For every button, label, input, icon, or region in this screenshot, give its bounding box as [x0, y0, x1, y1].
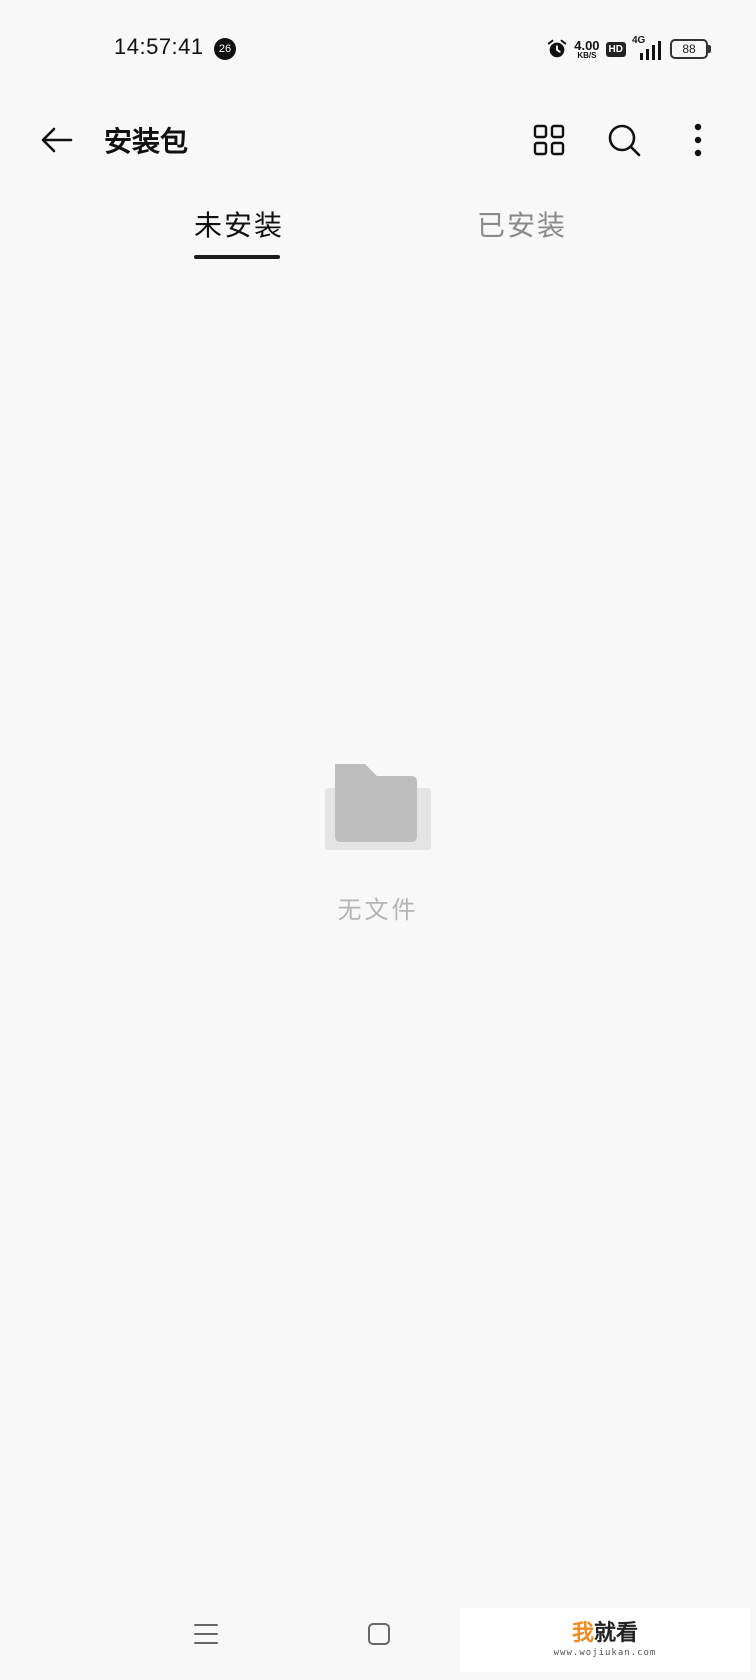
tab-installed[interactable]: 已安装: [477, 204, 567, 244]
grid-view-button[interactable]: [527, 118, 571, 162]
empty-message: 无文件: [337, 896, 419, 924]
search-icon: [608, 124, 641, 157]
tab-indicator: [194, 255, 280, 259]
page-title: 安装包: [104, 125, 189, 158]
back-arrow-icon: [41, 127, 73, 153]
grid-view-icon: [533, 124, 565, 156]
search-button[interactable]: [602, 118, 646, 162]
tab-bar: 未安装 已安装: [0, 196, 756, 260]
watermark-logo-text: 就看: [594, 1620, 639, 1646]
more-options-button[interactable]: [676, 118, 720, 162]
battery-level: 88: [682, 42, 696, 56]
watermark-url: www.wojiukan.com: [553, 1647, 657, 1658]
status-bar: 14:57:41 26 4.00 KB/S HD 4G 88: [0, 0, 756, 100]
status-time: 14:57:41: [114, 34, 204, 59]
screen: 14:57:41 26 4.00 KB/S HD 4G 88 安装包 未安装 已…: [0, 0, 756, 1680]
empty-state: 无文件: [0, 760, 756, 925]
signal-bars: [640, 41, 661, 60]
nav-menu-button[interactable]: [186, 1614, 226, 1654]
network-speed: 4.00 KB/S: [574, 39, 599, 60]
signal-icon: 4G: [632, 35, 664, 61]
hd-badge: HD: [605, 41, 626, 57]
back-button[interactable]: [36, 120, 76, 160]
folder-icon: [325, 764, 431, 850]
network-speed-value: 4.00: [574, 37, 600, 53]
watermark: 我就看 www.wojiukan.com: [460, 1608, 750, 1672]
notification-badge: 26: [214, 38, 236, 60]
watermark-logo-accent: 我: [571, 1620, 594, 1646]
alarm-icon: [547, 39, 567, 58]
app-bar: 安装包: [0, 100, 756, 180]
home-icon: [368, 1623, 390, 1645]
menu-icon: [194, 1624, 218, 1644]
network-speed-unit: KB/S: [577, 50, 597, 60]
battery-icon: 88: [670, 39, 711, 59]
more-vert-icon: [694, 123, 702, 157]
nav-home-button[interactable]: [359, 1614, 399, 1654]
status-icons: 4.00 KB/S HD 4G 88: [546, 35, 711, 62]
watermark-logo: 我就看: [571, 1620, 639, 1646]
tab-uninstalled[interactable]: 未安装: [194, 204, 284, 244]
